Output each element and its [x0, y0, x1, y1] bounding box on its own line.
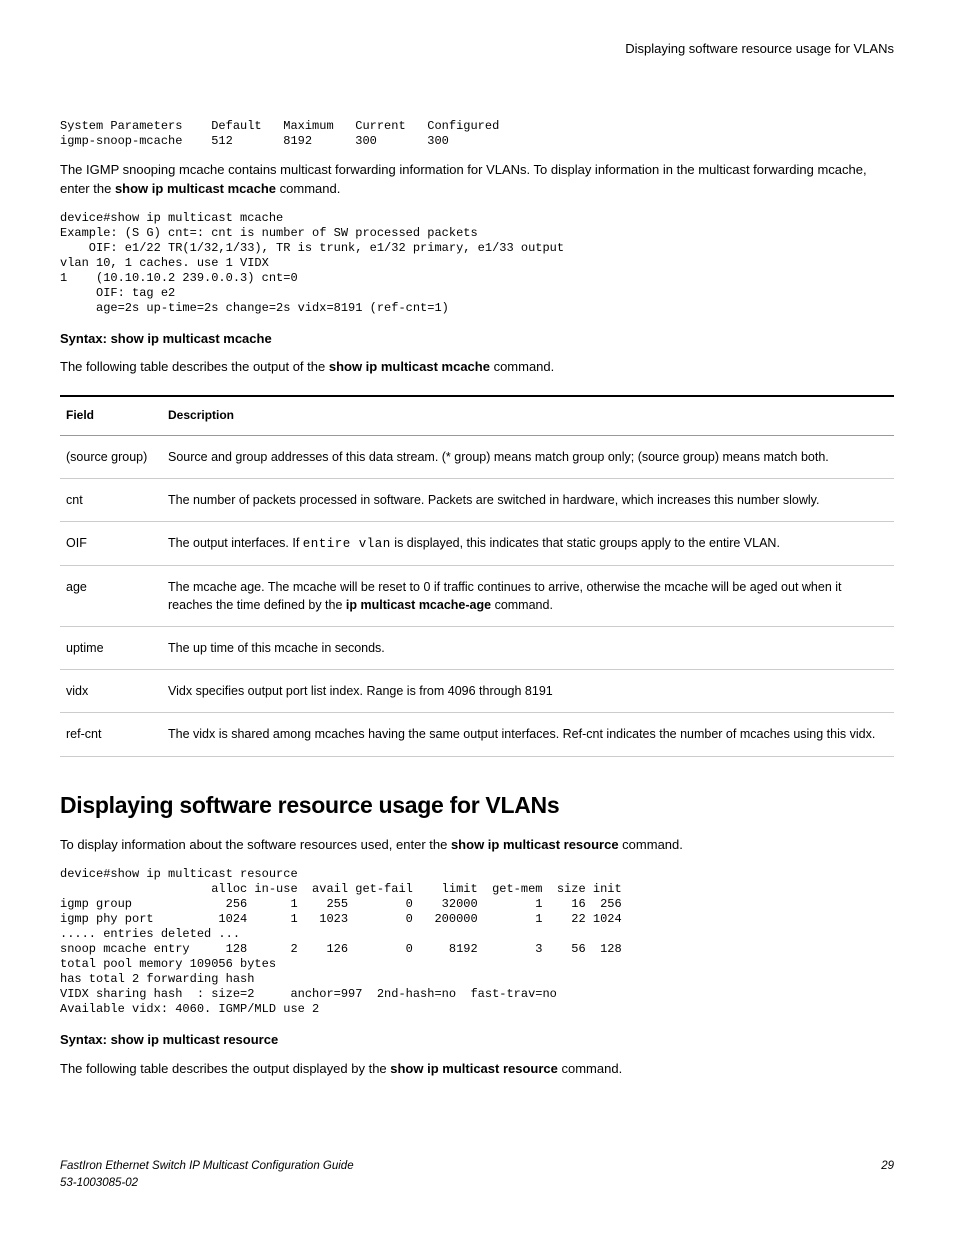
running-header: Displaying software resource usage for V…	[60, 40, 894, 59]
desc-cell: The number of packets processed in softw…	[162, 478, 894, 521]
footer-doc-number: 53-1003085-02	[60, 1175, 354, 1192]
code-block-system-parameters: System Parameters Default Maximum Curren…	[60, 119, 894, 149]
field-cell: vidx	[60, 670, 162, 713]
text: To display information about the softwar…	[60, 837, 451, 852]
desc-cell: Vidx specifies output port list index. R…	[162, 670, 894, 713]
footer-guide-title: FastIron Ethernet Switch IP Multicast Co…	[60, 1158, 354, 1175]
footer-page-number: 29	[881, 1158, 894, 1191]
field-cell: cnt	[60, 478, 162, 521]
field-cell: (source group)	[60, 435, 162, 478]
command-name: ip multicast mcache-age	[346, 598, 491, 612]
command-name: show ip multicast mcache	[329, 359, 490, 374]
table-row: uptime The up time of this mcache in sec…	[60, 627, 894, 670]
code-block-mcache-output: device#show ip multicast mcache Example:…	[60, 211, 894, 316]
text: is displayed, this indicates that static…	[391, 536, 780, 550]
text: The following table describes the output…	[60, 1061, 390, 1076]
table-row: vidx Vidx specifies output port list ind…	[60, 670, 894, 713]
text: command.	[558, 1061, 622, 1076]
output-description-table: Field Description (source group) Source …	[60, 395, 894, 756]
paragraph-intro-resource: To display information about the softwar…	[60, 836, 894, 855]
field-cell: ref-cnt	[60, 713, 162, 756]
text: command.	[276, 181, 340, 196]
page-footer: FastIron Ethernet Switch IP Multicast Co…	[60, 1158, 894, 1191]
command-name: show ip multicast resource	[390, 1061, 558, 1076]
table-row: ref-cnt The vidx is shared among mcaches…	[60, 713, 894, 756]
desc-cell: Source and group addresses of this data …	[162, 435, 894, 478]
table-row: cnt The number of packets processed in s…	[60, 478, 894, 521]
text: command.	[491, 598, 553, 612]
command-name: show ip multicast resource	[451, 837, 619, 852]
syntax-line-mcache: Syntax: show ip multicast mcache	[60, 330, 894, 349]
desc-cell: The vidx is shared among mcaches having …	[162, 713, 894, 756]
text: command.	[619, 837, 683, 852]
field-cell: OIF	[60, 521, 162, 565]
table-row: OIF The output interfaces. If entire vla…	[60, 521, 894, 565]
field-cell: age	[60, 565, 162, 626]
table-header-field: Field	[60, 396, 162, 435]
command-name: show ip multicast mcache	[115, 181, 276, 196]
desc-cell: The output interfaces. If entire vlan is…	[162, 521, 894, 565]
footer-left: FastIron Ethernet Switch IP Multicast Co…	[60, 1158, 354, 1191]
section-heading: Displaying software resource usage for V…	[60, 789, 894, 822]
syntax-line-resource: Syntax: show ip multicast resource	[60, 1031, 894, 1050]
paragraph-table-intro-resource: The following table describes the output…	[60, 1060, 894, 1079]
field-cell: uptime	[60, 627, 162, 670]
text: The output interfaces. If	[168, 536, 303, 550]
code-block-resource-output: device#show ip multicast resource alloc …	[60, 867, 894, 1017]
text: The following table describes the output…	[60, 359, 329, 374]
paragraph-table-intro-mcache: The following table describes the output…	[60, 358, 894, 377]
desc-cell: The mcache age. The mcache will be reset…	[162, 565, 894, 626]
table-row: age The mcache age. The mcache will be r…	[60, 565, 894, 626]
desc-cell: The up time of this mcache in seconds.	[162, 627, 894, 670]
inline-code: entire vlan	[303, 537, 391, 551]
paragraph-intro-mcache: The IGMP snooping mcache contains multic…	[60, 161, 894, 199]
text: command.	[490, 359, 554, 374]
table-row: (source group) Source and group addresse…	[60, 435, 894, 478]
table-header-description: Description	[162, 396, 894, 435]
